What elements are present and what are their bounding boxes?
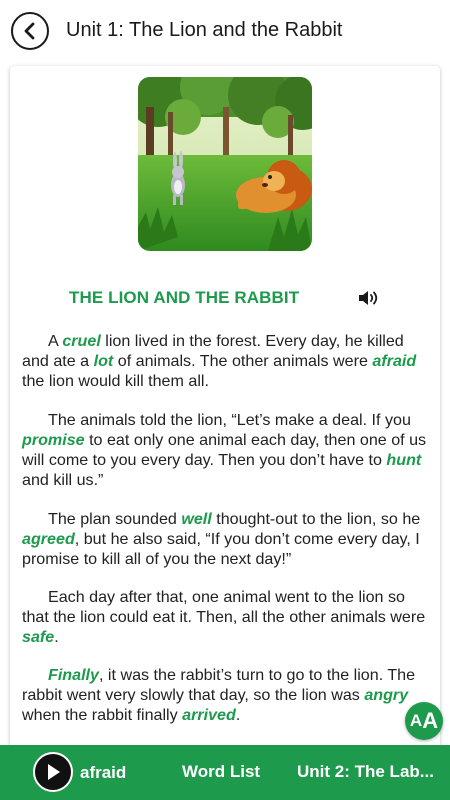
vocab-word[interactable]: angry [364,686,408,704]
story-text: Each day after that, one animal went to … [22,588,426,626]
font-size-small-label: A [409,711,423,730]
story-title: THE LION AND THE RABBIT [69,288,300,307]
story-text: The animals told the lion, “Let’s make a… [48,411,411,429]
story-text: of animals. The other animals were [113,352,373,370]
story-text: thought-out to the lion, so he [211,510,421,528]
page-title: Unit 1: The Lion and the Rabbit [66,19,343,41]
story-text: the lion would kill them all. [22,372,209,390]
vocab-word[interactable]: arrived [182,706,236,724]
story-title-row: THE LION AND THE RABBIT [10,286,440,310]
back-arrow-icon [24,22,35,40]
play-icon [48,764,60,780]
vocab-word[interactable]: lot [94,352,114,370]
story-paragraph: A cruel lion lived in the forest. Every … [22,331,432,391]
story-paragraph: The animals told the lion, “Let’s make a… [22,410,432,490]
story-text: and kill us.” [22,471,104,489]
story-text: . [235,706,241,724]
story-paragraph: The plan sounded well thought-out to the… [22,509,432,569]
speaker-icon[interactable] [358,289,380,307]
bottom-bar: afraid Word List Unit 2: The Lab... [0,745,450,800]
story-text: , but he also said, “If you don’t come e… [22,530,420,568]
vocab-word[interactable]: promise [22,431,85,449]
vocab-word[interactable]: agreed [22,530,75,548]
font-size-button[interactable]: AA [405,702,443,740]
top-bar: Unit 1: The Lion and the Rabbit [0,0,450,62]
story-paragraph: Each day after that, one animal went to … [22,587,432,647]
story-text: when the rabbit finally [22,706,183,724]
next-unit-button[interactable]: Unit 2: The Lab... [297,762,445,782]
current-word-label[interactable]: afraid [80,763,126,783]
play-button[interactable] [33,752,73,792]
vocab-word[interactable]: well [181,510,211,528]
story-text: . [54,628,59,646]
vocab-word[interactable]: hunt [386,451,421,469]
story-text: The plan sounded [48,510,182,528]
story-card: THE LION AND THE RABBIT A cruel lion liv… [10,66,440,756]
vocab-word[interactable]: cruel [62,332,100,350]
vocab-word[interactable]: Finally [48,666,99,684]
vocab-word[interactable]: safe [22,628,54,646]
font-size-large-label: A [422,708,439,733]
word-list-button[interactable]: Word List [182,762,260,782]
story-paragraph: Finally, it was the rabbit’s turn to go … [22,665,432,725]
story-text: A [48,332,63,350]
vocab-word[interactable]: afraid [372,352,416,370]
story-illustration [138,77,312,251]
back-button[interactable] [11,12,49,50]
